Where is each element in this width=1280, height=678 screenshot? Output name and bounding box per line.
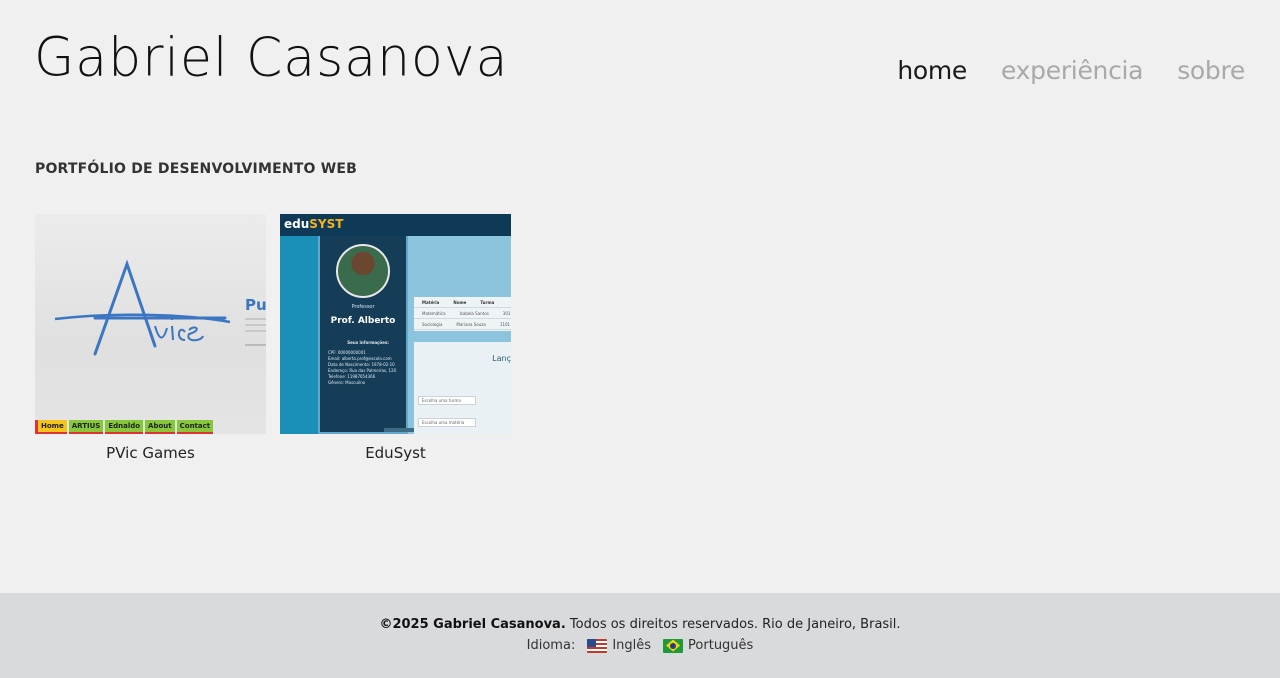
edusyst-launch-section: Lanç Escolha uma turma Escolha uma matér… [414,342,511,434]
profile-info-heading: Seus informações: [347,340,389,345]
pvic-text-lines [245,318,266,320]
edusyst-logo: eduSYST [284,217,344,231]
profile-name: Prof. Alberto [330,316,396,326]
pvic-menu-artius: ARTIUS [68,420,104,434]
project-card-edusyst[interactable]: eduSYST Professor Prof. Alberto Seus inf… [280,214,511,462]
main-nav: home experiência sobre [897,56,1245,85]
edusyst-profile-panel: Professor Prof. Alberto Seus informações… [318,236,422,434]
nav-home[interactable]: home [897,56,967,85]
profile-role: Professor [351,304,375,310]
language-switcher: Idioma: Inglês Português [0,638,1280,653]
pvic-thumbnail[interactable]: Pu Home ARTIUS Ednaldo About Contact [35,214,266,434]
language-label: Idioma: [526,638,576,653]
pvic-menu-contact: Contact [176,420,214,434]
pvic-heading-fragment: Pu [245,296,266,314]
us-flag-icon [587,638,608,653]
select-turma: Escolha uma turma [418,396,476,405]
project-caption[interactable]: EduSyst [280,444,511,462]
table-row: Sociologia Mariana Souza 1101 [414,319,511,330]
copyright-owner: ©2025 Gabriel Casanova. [379,617,566,632]
br-flag-icon [663,638,684,653]
profile-info: Seus informações: CPF: 00000000001 Email… [328,340,397,385]
language-portuguese[interactable]: Português [663,638,753,653]
nav-sobre[interactable]: sobre [1177,56,1245,85]
copyright: ©2025 Gabriel Casanova. Todos os direito… [0,617,1280,632]
pvic-menubar: Home ARTIUS Ednaldo About Contact [35,420,266,434]
copyright-text: Todos os direitos reservados. Rio de Jan… [569,617,901,632]
section-title: PORTFÓLIO DE DESENVOLVIMENTO WEB [35,161,357,177]
pvic-menu-home: Home [35,420,67,434]
pvic-menu-about: About [145,420,175,434]
language-english-label: Inglês [612,638,652,653]
edusyst-left-strip [280,236,318,434]
avatar [336,244,390,298]
pvic-logo-icon [54,259,231,356]
site-title[interactable]: Gabriel Casanova [34,27,509,88]
language-portuguese-label: Português [688,638,754,653]
table-row: Matemática Isabela Santos 301 [414,308,511,319]
select-materia: Escolha uma matéria [418,418,476,427]
edusyst-topbar: eduSYST [280,214,511,236]
site-footer: ©2025 Gabriel Casanova. Todos os direito… [0,593,1280,678]
table-header: Matéria Nome Turma [414,297,511,308]
edusyst-table: Matéria Nome Turma Matemática Isabela Sa… [414,297,511,331]
project-card-pvic[interactable]: Pu Home ARTIUS Ednaldo About Contact PVi… [35,214,266,462]
language-english[interactable]: Inglês [587,638,651,653]
launch-heading: Lanç [492,354,511,363]
nav-experiencia[interactable]: experiência [1001,56,1143,85]
pvic-menu-ednaldo: Ednaldo [105,420,144,434]
project-caption[interactable]: PVic Games [35,444,266,462]
edusyst-thumbnail[interactable]: eduSYST Professor Prof. Alberto Seus inf… [280,214,511,434]
